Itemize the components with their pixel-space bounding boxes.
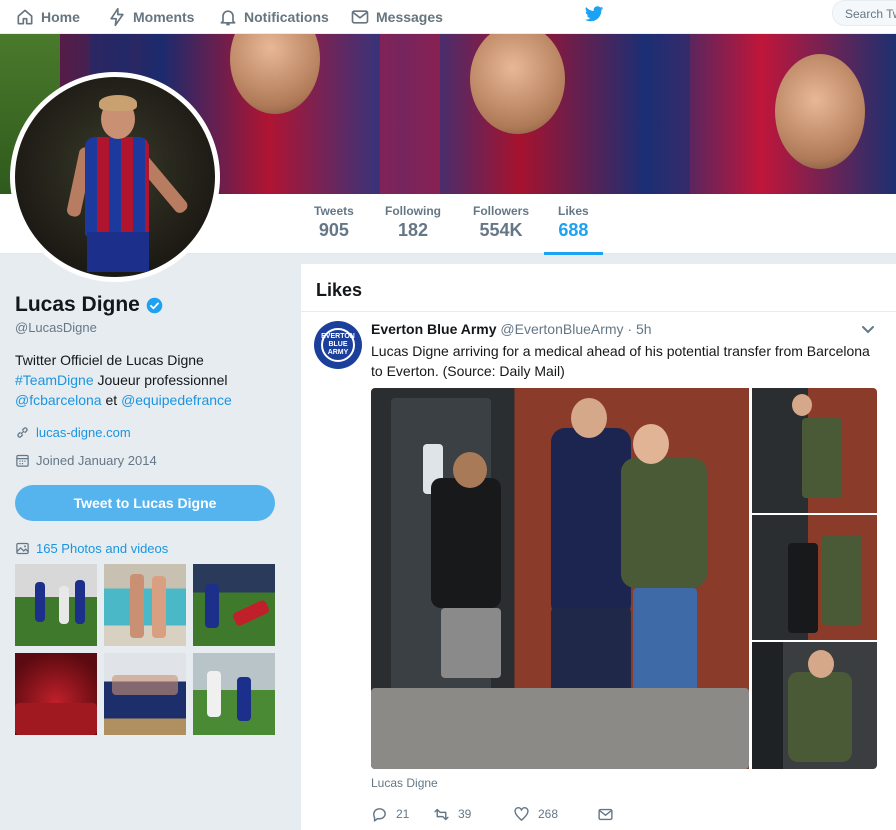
nav-moments-label: Moments <box>133 9 195 25</box>
profile-name-text: Lucas Digne <box>15 293 140 316</box>
retweet-icon <box>434 808 449 820</box>
bio-text: Joueur professionnel <box>93 372 228 388</box>
link-icon <box>17 427 28 438</box>
photos-videos-label: 165 Photos and videos <box>36 541 169 556</box>
profile-name: Lucas Digne <box>15 293 163 317</box>
avatar-photo <box>15 77 215 277</box>
stat-value: 554K <box>479 220 523 240</box>
like-button[interactable]: 268 <box>513 806 597 823</box>
tweet-photo-side[interactable] <box>752 388 877 513</box>
tweet-header: Everton Blue Army @EvertonBlueArmy · 5h <box>371 321 652 337</box>
stat-value: 182 <box>397 220 429 240</box>
bell-icon <box>220 10 236 26</box>
reply-icon <box>373 807 386 822</box>
nav-messages[interactable]: Messages <box>350 0 443 34</box>
envelope-icon <box>598 808 613 820</box>
bio-text: et <box>101 392 122 408</box>
envelope-icon <box>351 10 369 24</box>
mention-link[interactable]: @equipedefrance <box>121 392 232 408</box>
media-thumbnail[interactable] <box>15 564 97 646</box>
home-icon <box>17 9 33 25</box>
stat-tweets[interactable]: Tweets 905 <box>314 204 354 241</box>
tweet-photo-main[interactable] <box>371 388 749 769</box>
reply-button[interactable]: 21 <box>371 806 433 823</box>
nav-home-label: Home <box>41 9 80 25</box>
direct-message-button[interactable] <box>597 806 614 823</box>
tweet-to-button[interactable]: Tweet to Lucas Digne <box>15 485 275 521</box>
stat-following[interactable]: Following 182 <box>385 204 441 241</box>
profile-website[interactable]: lucas-digne.com <box>15 425 131 440</box>
verified-badge-icon <box>146 297 163 313</box>
tweet-actions: 21 39 268 <box>371 804 614 824</box>
stat-label: Followers <box>473 204 530 218</box>
twitter-bird-icon[interactable] <box>583 3 605 25</box>
stat-value: 688 <box>558 220 589 240</box>
stat-label: Following <box>385 204 441 218</box>
heart-icon <box>514 806 529 821</box>
profile-bio: Twitter Officiel de Lucas Digne #TeamDig… <box>15 350 260 410</box>
like-count: 268 <box>538 807 559 821</box>
tweet-author-avatar[interactable]: EVERTON BLUE ARMY <box>314 321 362 369</box>
media-caption[interactable]: Lucas Digne <box>371 776 438 790</box>
profile-handle[interactable]: @LucasDigne <box>15 320 97 335</box>
tweet-author-name[interactable]: Everton Blue Army <box>371 321 497 337</box>
media-thumbnail[interactable] <box>15 653 97 735</box>
lightning-icon <box>110 7 124 27</box>
nav-messages-label: Messages <box>376 9 443 25</box>
profile-joined: Joined January 2014 <box>15 453 157 468</box>
tweet-media-grid[interactable] <box>371 388 877 769</box>
stat-label: Tweets <box>314 204 354 218</box>
hashtag-link[interactable]: #TeamDigne <box>15 372 94 388</box>
profile-avatar[interactable] <box>10 72 220 282</box>
stat-label: Likes <box>558 204 589 218</box>
mention-link[interactable]: @fcbarcelona <box>15 392 102 408</box>
website-link[interactable]: lucas-digne.com <box>36 425 131 440</box>
bio-line: #TeamDigne Joueur professionnel <box>15 370 260 390</box>
timeline-heading: Likes <box>301 264 896 312</box>
tweet-photo-side[interactable] <box>752 515 877 640</box>
photos-videos-link[interactable]: 165 Photos and videos <box>15 541 168 556</box>
chevron-down-icon[interactable] <box>861 325 875 335</box>
likes-timeline: Likes EVERTON BLUE ARMY Everton Blue Arm… <box>301 264 896 830</box>
media-thumbnail[interactable] <box>193 653 275 735</box>
search-input[interactable]: Search Twitter <box>832 0 896 26</box>
joined-date: Joined January 2014 <box>36 453 157 468</box>
tweet-timestamp[interactable]: · 5h <box>627 321 651 337</box>
tweet-text: Lucas Digne arriving for a medical ahead… <box>371 343 870 379</box>
stat-likes[interactable]: Likes 688 <box>544 204 603 255</box>
calendar-icon <box>16 454 29 467</box>
media-thumbnail[interactable] <box>104 653 186 735</box>
top-navigation: Home Moments Notifications Messages Sear… <box>0 0 896 34</box>
tweet-photo-side[interactable] <box>752 642 877 769</box>
everton-crest-icon: EVERTON BLUE ARMY <box>321 328 355 362</box>
nav-moments[interactable]: Moments <box>107 0 194 34</box>
stat-value: 905 <box>318 220 349 240</box>
stat-followers[interactable]: Followers 554K <box>473 204 529 241</box>
bio-line: Twitter Officiel de Lucas Digne <box>15 352 204 368</box>
tweet-author-handle[interactable]: @EvertonBlueArmy <box>500 321 623 337</box>
bio-line: @fcbarcelona et @equipedefrance <box>15 390 260 410</box>
nav-notifications[interactable]: Notifications <box>218 0 329 34</box>
media-thumbnail[interactable] <box>193 564 275 646</box>
retweet-button[interactable]: 39 <box>433 806 513 823</box>
media-thumbnail[interactable] <box>104 564 186 646</box>
image-icon <box>16 542 29 555</box>
nav-home[interactable]: Home <box>15 0 80 34</box>
nav-notifications-label: Notifications <box>244 9 329 25</box>
retweet-count: 39 <box>458 807 472 821</box>
reply-count: 21 <box>396 807 410 821</box>
